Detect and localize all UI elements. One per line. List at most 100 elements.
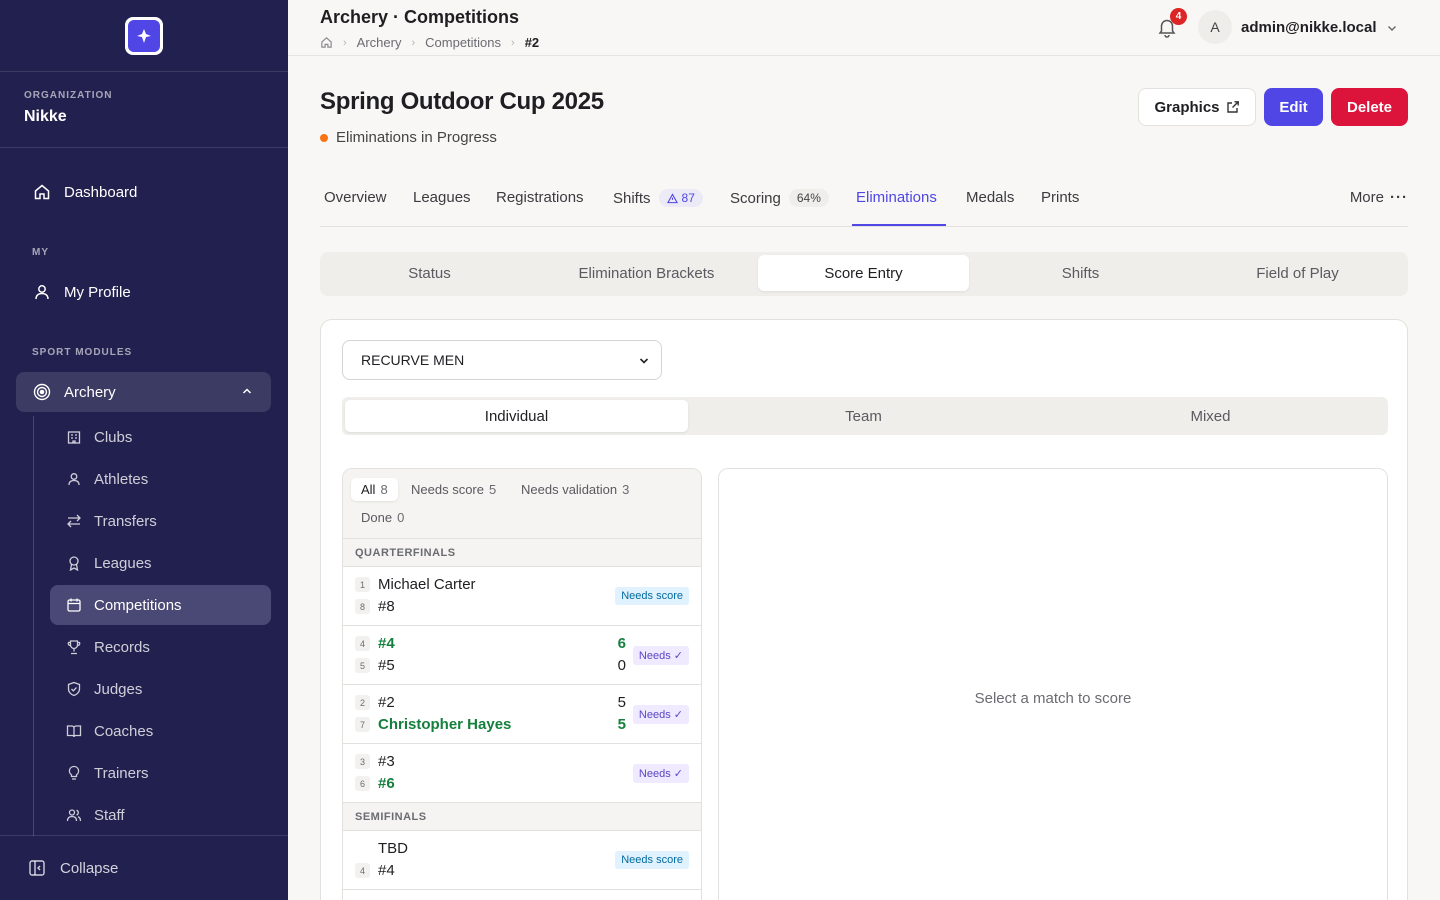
sidebar-item-clubs[interactable]: Clubs [50, 417, 271, 457]
sidebar-item-trainers[interactable]: Trainers [50, 753, 271, 793]
match-row[interactable]: 4 #4 5 #5 6 0 Needs ✓ [343, 626, 701, 685]
graphics-button[interactable]: Graphics [1138, 88, 1256, 126]
tab-scoring[interactable]: Scoring 64% [730, 189, 829, 207]
segment-individual[interactable]: Individual [345, 400, 688, 432]
trophy-icon [66, 639, 82, 655]
sidebar-item-judges[interactable]: Judges [50, 669, 271, 709]
filter-needs-validation[interactable]: Needs validation 3 [511, 478, 639, 501]
category-select[interactable]: RECURVE MEN [342, 340, 662, 380]
graphics-button-label: Graphics [1154, 98, 1220, 116]
match-row[interactable]: 2 #2 7 Christopher Hayes 5 5 Needs ✓ [343, 685, 701, 744]
segment-team[interactable]: Team [692, 400, 1035, 432]
competitor-name: TBD [378, 840, 408, 857]
main-tabs: Overview Leagues Registrations Shifts 87… [320, 176, 1408, 227]
org-label: ORGANIZATION [24, 90, 113, 101]
sidebar-item-leagues[interactable]: Leagues [50, 543, 271, 583]
warning-triangle-icon [666, 192, 682, 204]
match-competitor: 6 #6 [355, 775, 395, 792]
status-badge: Needs ✓ [632, 646, 689, 665]
tab-registrations[interactable]: Registrations [496, 189, 584, 206]
seed-number: 1 [355, 577, 370, 592]
avatar[interactable]: A [1198, 10, 1232, 44]
tab-registrations-label: Registrations [496, 189, 584, 206]
nav-my-profile[interactable]: My Profile [16, 272, 271, 312]
filter-done[interactable]: Done 0 [351, 506, 414, 529]
breadcrumb-separator: › [343, 36, 347, 49]
sidebar-item-trainers-label: Trainers [94, 764, 149, 782]
match-score: 5 [617, 716, 626, 733]
competitor-name: #4 [378, 862, 395, 879]
match-row[interactable]: TBD 4 #4 Needs score [343, 831, 701, 890]
match-row[interactable]: 3 #3 6 #6 Needs ✓ [343, 744, 701, 803]
status-badge: Needs score [615, 851, 689, 869]
tab-eliminations-label: Eliminations [856, 189, 937, 206]
sidebar-item-records[interactable]: Records [50, 627, 271, 667]
org-logo[interactable] [125, 16, 163, 55]
round-header: QUARTERFINALS [343, 539, 701, 567]
sidebar-item-judges-label: Judges [94, 680, 143, 698]
subtab-elimination-brackets[interactable]: Elimination Brackets [541, 255, 752, 291]
score-detail-panel: Select a match to score [718, 468, 1388, 900]
status-badge: Needs ✓ [632, 705, 689, 724]
nav-dashboard[interactable]: Dashboard [16, 172, 271, 212]
competition-status: Eliminations in Progress [320, 129, 497, 146]
status-text: Eliminations in Progress [336, 129, 497, 146]
sidebar-item-coaches[interactable]: Coaches [50, 711, 271, 751]
filter-all[interactable]: All 8 [351, 478, 398, 501]
building-icon [66, 429, 82, 445]
breadcrumb: › Archery › Competitions › #2 [320, 35, 539, 50]
breadcrumb-competitions[interactable]: Competitions [425, 35, 501, 50]
more-label: More [1349, 189, 1384, 206]
match-score: 0 [617, 657, 626, 674]
sidebar-item-clubs-label: Clubs [94, 428, 133, 446]
award-icon [66, 555, 82, 571]
filter-label: Needs score [411, 482, 484, 497]
round-header: SEMIFINALS [343, 803, 701, 831]
match-competitor: 1 Michael Carter [355, 576, 476, 593]
tab-eliminations[interactable]: Eliminations [856, 189, 937, 206]
tab-leagues[interactable]: Leagues [413, 189, 471, 206]
sidebar-item-competitions[interactable]: Competitions [50, 585, 271, 625]
sidebar-item-coaches-label: Coaches [94, 722, 154, 740]
sidebar-item-athletes[interactable]: Athletes [50, 459, 271, 499]
filter-count: 8 [380, 482, 388, 497]
chevron-up-icon [241, 385, 253, 397]
subtab-shifts[interactable]: Shifts [975, 255, 1186, 291]
match-filters: All 8 Needs score 5 Needs validation 3 Done… [343, 469, 701, 539]
filter-needs-score[interactable]: Needs score 5 [401, 478, 506, 501]
match-competitor: 5 #5 [355, 657, 395, 674]
shifts-count: 87 [681, 191, 695, 205]
home-icon[interactable] [320, 36, 333, 49]
tab-shifts[interactable]: Shifts 87 [613, 189, 703, 207]
book-open-icon [66, 723, 82, 739]
sidebar-item-transfers[interactable]: Transfers [50, 501, 271, 541]
seed-number: 8 [355, 599, 370, 614]
delete-button[interactable]: Delete [1331, 88, 1408, 126]
tab-prints[interactable]: Prints [1041, 189, 1079, 206]
edit-button[interactable]: Edit [1264, 88, 1323, 126]
seed-number: 7 [355, 717, 370, 732]
subtab-score-entry[interactable]: Score Entry [758, 255, 969, 291]
breadcrumb-archery[interactable]: Archery [357, 35, 402, 50]
tab-overview[interactable]: Overview [324, 189, 387, 206]
user-icon [66, 471, 82, 487]
score-entry-card: RECURVE MEN Individual Team Mixed All 8 N… [320, 319, 1408, 900]
nav-archery[interactable]: Archery [16, 372, 271, 412]
chevron-down-icon[interactable] [1386, 22, 1398, 34]
collapse-button[interactable]: Collapse [0, 835, 288, 900]
home-icon [32, 182, 52, 202]
nav-dashboard-label: Dashboard [64, 183, 138, 201]
sidebar-item-staff[interactable]: Staff [50, 795, 271, 835]
organization-block: ORGANIZATION Nikke [0, 72, 288, 148]
match-score: 5 [617, 694, 626, 711]
lightbulb-icon [66, 765, 82, 781]
transfer-arrows-icon [66, 513, 82, 529]
segment-mixed[interactable]: Mixed [1039, 400, 1382, 432]
notification-count-badge: 4 [1170, 8, 1187, 25]
match-row[interactable]: 1 Michael Carter 8 #8 Needs score [343, 567, 701, 626]
tab-medals[interactable]: Medals [966, 189, 1014, 206]
user-email[interactable]: admin@nikke.local [1241, 19, 1377, 36]
subtab-field-of-play[interactable]: Field of Play [1192, 255, 1403, 291]
subtab-status[interactable]: Status [324, 255, 535, 291]
more-tabs-button[interactable]: More ··· [1350, 189, 1408, 206]
